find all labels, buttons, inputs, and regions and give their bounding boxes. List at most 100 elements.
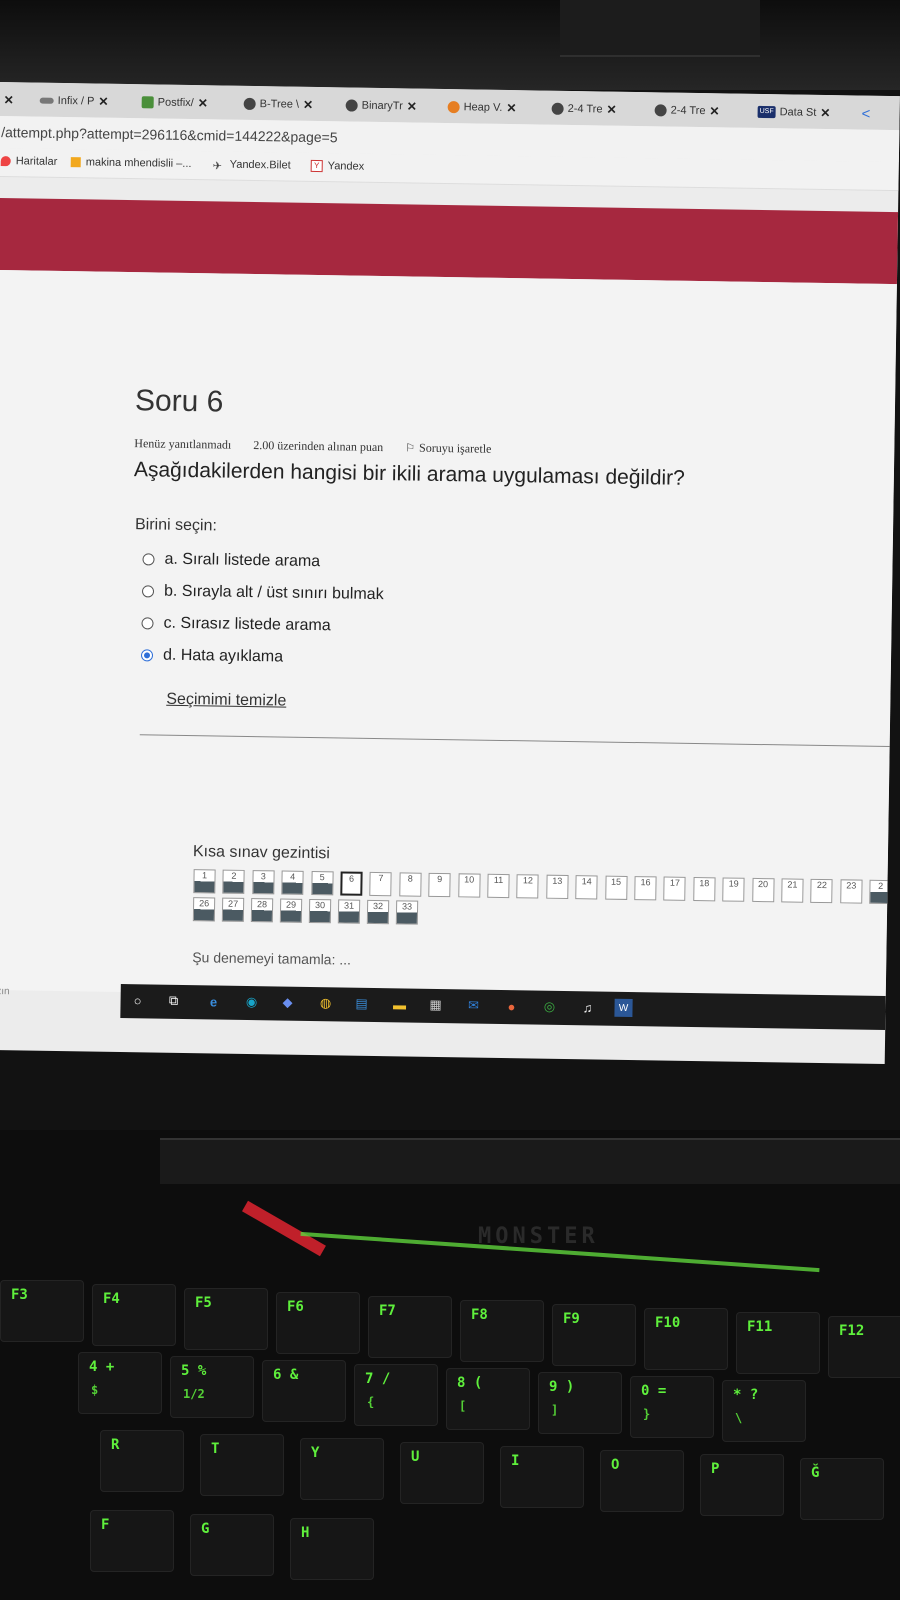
file-explorer-icon[interactable]: ▬ — [390, 995, 408, 1013]
tab-infix[interactable]: Infix / P ✕ — [39, 89, 109, 114]
share-icon[interactable]: < — [861, 102, 870, 126]
edge-icon[interactable]: ◉ — [242, 993, 260, 1011]
keyboard-key[interactable]: F7 — [368, 1296, 452, 1358]
keyboard-key[interactable]: F9 — [552, 1304, 636, 1366]
quiz-nav-button[interactable]: 6 — [340, 871, 363, 896]
tab-close-icon[interactable]: ✕ — [606, 103, 616, 117]
firefox-icon[interactable]: ● — [502, 997, 520, 1015]
keyboard-key[interactable]: F6 — [276, 1292, 360, 1354]
bookmark-yandex-bilet[interactable]: ✈ Yandex.Bilet — [213, 158, 291, 173]
keyboard-key[interactable]: I — [500, 1446, 584, 1508]
quiz-nav-button[interactable]: 27 — [221, 897, 245, 922]
keyboard-key[interactable]: 7 / { — [354, 1364, 438, 1426]
quiz-nav-button[interactable]: 26 — [192, 897, 216, 922]
keyboard-key[interactable]: F12 — [828, 1316, 900, 1378]
quiz-nav-button[interactable]: 23 — [840, 879, 863, 904]
quiz-nav-button[interactable]: 33 — [395, 900, 419, 925]
keyboard-key[interactable]: F8 — [460, 1300, 544, 1362]
bookmark-makina[interactable]: makina mhendislii –... — [70, 156, 192, 170]
itunes-icon[interactable]: ♫ — [578, 998, 596, 1016]
flag-question-link[interactable]: ⚐ Soruyu işaretle — [405, 440, 491, 456]
keyboard-key[interactable]: H — [290, 1518, 374, 1580]
keyboard-key[interactable]: Y — [300, 1438, 384, 1500]
answer-option-c[interactable]: c. Sırasız listede arama — [141, 614, 331, 635]
keyboard-key[interactable]: F11 — [736, 1312, 820, 1374]
quiz-nav-button[interactable]: 2 — [869, 879, 892, 905]
quiz-nav-button[interactable]: 22 — [810, 878, 833, 904]
keyboard-key[interactable]: 4 + $ — [78, 1352, 162, 1414]
edge-legacy-icon[interactable]: e — [204, 992, 222, 1010]
keyboard-key[interactable]: F4 — [92, 1284, 176, 1346]
keyboard-key[interactable]: 9 )] — [538, 1372, 622, 1434]
mail-app-icon[interactable]: ✉ — [464, 996, 482, 1014]
answer-option-d[interactable]: d. Hata ayıklama — [140, 646, 283, 666]
quiz-nav-button[interactable]: 28 — [250, 898, 274, 923]
keyboard-key[interactable]: T — [200, 1434, 284, 1496]
keyboard-key[interactable]: G — [190, 1514, 274, 1576]
app-icon[interactable]: ◆ — [278, 993, 296, 1011]
clear-choice-link[interactable]: Seçimimi temizle — [166, 691, 286, 711]
keyboard-key[interactable]: * ? \ — [722, 1380, 806, 1442]
quiz-nav-button[interactable]: 2 — [222, 869, 246, 894]
quiz-nav-button[interactable]: 11 — [487, 873, 510, 899]
keyboard-key[interactable]: Ğ — [800, 1458, 884, 1520]
quiz-nav-button[interactable]: 3 — [252, 870, 275, 895]
tab-postfix[interactable]: Postfix/ ✕ — [141, 90, 209, 115]
bookmark-yandex[interactable]: Y Yandex — [310, 159, 364, 173]
keyboard-key[interactable]: F10 — [644, 1308, 728, 1370]
cortana-icon[interactable]: ○ — [128, 991, 146, 1009]
keyboard-key[interactable]: U — [400, 1442, 484, 1504]
store-icon[interactable]: ▦ — [426, 996, 444, 1014]
quiz-nav-button[interactable]: 9 — [428, 872, 451, 898]
tab-close-icon[interactable]: ✕ — [4, 88, 14, 112]
radio-button[interactable] — [141, 617, 154, 630]
tab-close-icon[interactable]: ✕ — [407, 99, 417, 113]
keyboard-key[interactable]: 6 & — [262, 1360, 346, 1422]
chrome-active-icon[interactable]: ◎ — [540, 998, 558, 1016]
answer-option-a[interactable]: a. Sıralı listede arama — [142, 550, 320, 571]
keyboard-key[interactable]: F — [90, 1510, 174, 1572]
tab-close-icon[interactable]: ✕ — [820, 106, 830, 120]
finish-attempt-link[interactable]: Şu denemeyi tamamla: ... — [192, 949, 351, 967]
quiz-nav-button[interactable]: 5 — [310, 870, 334, 896]
keyboard-key[interactable]: 5 % 1/2 — [170, 1356, 254, 1418]
quiz-nav-button[interactable]: 10 — [457, 873, 481, 898]
tab-binarytree[interactable]: BinaryTr ✕ — [345, 93, 417, 118]
tab-close-icon[interactable]: ✕ — [506, 101, 516, 115]
quiz-nav-button[interactable]: 30 — [308, 898, 332, 924]
quiz-nav-button[interactable]: 18 — [693, 876, 716, 902]
quiz-nav-button[interactable]: 14 — [575, 875, 598, 900]
chrome-icon[interactable]: ◍ — [316, 994, 334, 1012]
tab-24tree-a[interactable]: 2-4 Tre ✕ — [551, 97, 617, 122]
word-icon[interactable]: W — [614, 998, 633, 1018]
radio-button[interactable] — [141, 585, 155, 598]
keyboard-key[interactable]: 0 =} — [630, 1376, 714, 1438]
quiz-nav-button[interactable]: 19 — [722, 877, 745, 902]
quiz-nav-button[interactable]: 20 — [751, 877, 775, 903]
quiz-nav-button[interactable]: 32 — [366, 899, 390, 925]
quiz-nav-button[interactable]: 31 — [337, 899, 361, 924]
radio-button[interactable] — [142, 553, 155, 566]
quiz-nav-button[interactable]: 16 — [634, 876, 657, 901]
taskbar-search-hint[interactable]: yazın — [0, 986, 10, 997]
quiz-nav-button[interactable]: 21 — [781, 878, 804, 903]
keyboard-key[interactable]: O — [600, 1450, 684, 1512]
quiz-nav-button[interactable]: 8 — [399, 872, 422, 897]
answer-option-b[interactable]: b. Sırayla alt / üst sınırı bulmak — [141, 582, 384, 604]
tab-close-icon[interactable]: ✕ — [98, 95, 108, 109]
tab-btree[interactable]: B-Tree \ ✕ — [243, 92, 313, 117]
keyboard-key[interactable]: R — [100, 1430, 184, 1492]
tab-close-icon[interactable]: ✕ — [709, 104, 719, 118]
radio-button-selected[interactable] — [140, 649, 154, 662]
keyboard-key[interactable]: F3 — [0, 1280, 84, 1342]
quiz-nav-button[interactable]: 15 — [604, 875, 628, 900]
task-view-icon[interactable]: ⧉ — [164, 992, 182, 1010]
tab-datastructures[interactable]: USF Data St ✕ — [757, 100, 830, 125]
quiz-nav-button[interactable]: 4 — [281, 870, 304, 895]
keyboard-key[interactable]: F5 — [184, 1288, 268, 1350]
keyboard-key[interactable]: 8 ([ — [446, 1368, 530, 1430]
quiz-nav-button[interactable]: 17 — [663, 876, 686, 901]
quiz-nav-button[interactable]: 7 — [369, 871, 393, 897]
tab-close-icon[interactable]: ✕ — [198, 96, 208, 110]
tab-24tree-b[interactable]: 2-4 Tre ✕ — [654, 98, 720, 123]
